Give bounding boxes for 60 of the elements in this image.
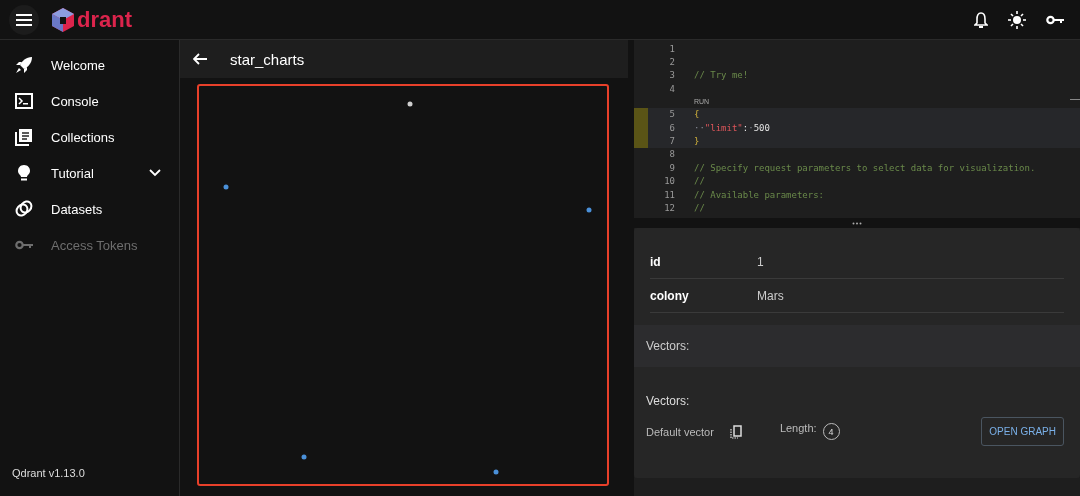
terminal-icon: [15, 93, 33, 109]
chevron-icon: [149, 169, 161, 177]
collection-title: star_charts: [230, 50, 305, 68]
sidebar-item[interactable]: Tutorial: [0, 155, 179, 191]
code-line: {: [694, 109, 700, 120]
notifications-icon[interactable]: [974, 11, 988, 28]
line-number: 10: [663, 176, 675, 187]
key-icon: [15, 240, 33, 250]
version-label: Qdrant v1.13.0: [11, 467, 86, 479]
line-number: 1: [668, 43, 675, 54]
line-number: 7: [668, 136, 675, 147]
line-number: 5: [668, 109, 675, 120]
line-number: 3: [668, 70, 675, 81]
gutter-marker: [634, 134, 648, 148]
section-heading: Vectors:: [646, 394, 690, 408]
open-graph-button[interactable]: OPEN GRAPH: [981, 417, 1064, 446]
length-label: Length:: [779, 422, 817, 434]
vector-name: Default vector: [646, 425, 714, 438]
field-value: 1: [757, 254, 764, 269]
lightbulb-icon: [15, 164, 33, 182]
code-line: // Specify request parameters to select data for visualization.: [694, 162, 1036, 173]
code-line: }: [694, 136, 700, 147]
line-number: 6: [668, 122, 675, 133]
line-number: 9: [668, 162, 675, 173]
line-number: 8: [668, 149, 675, 160]
line-number: 11: [663, 189, 675, 200]
data-point[interactable]: [407, 101, 413, 107]
coins-icon: [15, 200, 33, 218]
code-line: // Available parameters:: [694, 189, 825, 200]
data-point[interactable]: [301, 454, 307, 460]
code-line: //: [694, 203, 705, 213]
line-number: 2: [668, 57, 675, 68]
data-point[interactable]: [586, 207, 592, 213]
sidebar-item[interactable]: Console: [0, 83, 179, 119]
line-number: 12: [663, 203, 675, 213]
gutter-marker: [634, 107, 648, 121]
field-name: colony: [650, 288, 690, 303]
sidebar-item[interactable]: Welcome: [0, 47, 179, 83]
section-heading: Vectors:: [646, 339, 690, 353]
field-value: Mars: [757, 288, 784, 303]
field-name: id: [650, 254, 662, 269]
resize-handle[interactable]: [852, 221, 862, 225]
menu-button[interactable]: [9, 4, 39, 35]
code-line: // Try me!: [694, 70, 749, 81]
rocket-icon: [15, 56, 33, 74]
library-icon: [15, 128, 33, 146]
logo-icon: [51, 6, 75, 33]
key-icon[interactable]: [1046, 14, 1064, 25]
sidebar-item[interactable]: Collections: [0, 119, 179, 155]
menu-icon: [16, 13, 32, 26]
back-arrow-icon[interactable]: [193, 53, 207, 65]
sidebar-item[interactable]: Datasets: [0, 191, 179, 227]
copy-icon[interactable]: [729, 424, 742, 439]
code-line: //: [694, 176, 705, 187]
code-line: ··"limit":·500: [694, 122, 770, 133]
data-point[interactable]: [493, 469, 499, 475]
line-number: 4: [668, 83, 675, 94]
data-point[interactable]: [223, 184, 229, 190]
theme-icon[interactable]: [1008, 10, 1026, 29]
logo-text: drant: [77, 6, 132, 33]
